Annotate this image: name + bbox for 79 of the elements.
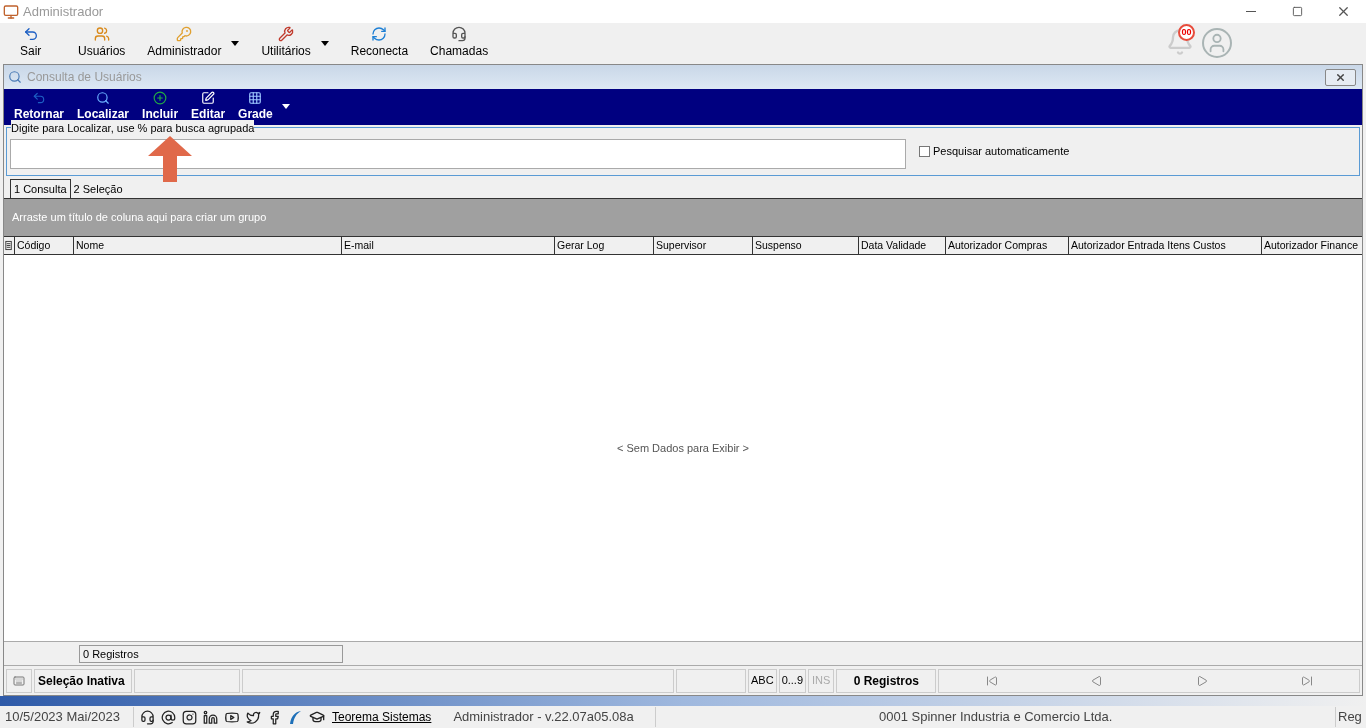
group-panel-hint: Arraste um título de coluna aqui para criar um grupo <box>12 210 267 226</box>
next-record-icon[interactable] <box>1195 674 1208 687</box>
toolbar-button[interactable]: Incluir <box>138 91 183 123</box>
users-icon <box>93 26 110 42</box>
status-panel <box>676 668 746 693</box>
toolbar-button[interactable]: Administrador <box>141 26 246 60</box>
instagram-icon[interactable] <box>182 709 197 725</box>
refresh-icon <box>371 26 388 42</box>
plus-circle-icon <box>153 91 168 105</box>
digits-indicator: 0...9 <box>778 668 807 693</box>
previous-record-icon[interactable] <box>1090 674 1103 687</box>
user-version-label: Administrador - v.22.07a05.08a <box>452 708 635 727</box>
toolbar-button[interactable]: Sair <box>14 26 62 60</box>
grid-icon <box>248 91 263 105</box>
minimize-icon <box>1246 11 1256 12</box>
toolbar-button[interactable]: Chamadas <box>424 26 495 60</box>
checkbox[interactable] <box>919 146 930 157</box>
records-count: 0 Registros <box>79 644 343 663</box>
toolbar-button[interactable]: Utilitários <box>255 26 335 60</box>
column-header[interactable]: Autorizador Compras <box>946 237 1069 254</box>
last-record-icon[interactable] <box>1300 674 1313 687</box>
undo-arrow-icon <box>22 26 39 42</box>
app-icon <box>3 3 19 20</box>
toolbar-button[interactable]: Grade <box>234 91 277 123</box>
window-icon <box>8 70 22 84</box>
notification-badge: 00 <box>1178 24 1195 41</box>
first-record-icon[interactable] <box>985 674 998 687</box>
email-icon[interactable] <box>161 709 176 725</box>
company-label: 0001 Spinner Industria e Comercio Ltda. <box>655 707 1336 727</box>
keyboard-icon <box>6 668 32 693</box>
key-icon <box>176 26 193 42</box>
column-header[interactable]: Autorizador Finance <box>1262 237 1362 254</box>
swoosh-icon[interactable] <box>288 709 302 725</box>
window-title: Administrador <box>23 2 104 21</box>
column-header[interactable]: Supervisor <box>654 237 753 254</box>
checkbox-label[interactable]: Pesquisar automaticamente <box>933 143 1070 160</box>
twitter-icon[interactable] <box>246 709 261 725</box>
toolbar-button[interactable]: Localizar <box>73 91 134 123</box>
linkedin-icon[interactable] <box>203 709 218 725</box>
selection-status: Seleção Inativa <box>34 668 132 693</box>
search-icon <box>96 91 111 105</box>
column-header[interactable]: E-mail <box>342 237 555 254</box>
toolbar-button[interactable]: Usuários <box>72 26 132 60</box>
date-label: 10/5/2023 Mai/2023 <box>0 707 134 727</box>
headset-icon[interactable] <box>140 709 155 725</box>
toolbar-button[interactable]: Editar <box>187 91 230 123</box>
headset-icon <box>451 26 468 42</box>
search-field[interactable] <box>10 139 906 169</box>
dropdown-caret-icon[interactable] <box>320 40 329 46</box>
search-label: Digite para Localizar, use % para busca agrupada <box>11 120 255 137</box>
column-header[interactable]: Data Validade <box>859 237 946 254</box>
tab[interactable]: 1 Consulta <box>10 179 71 198</box>
close-button[interactable] <box>1325 68 1356 86</box>
undo-arrow-icon <box>32 91 46 105</box>
toolbar-button[interactable]: Retornar <box>10 91 68 123</box>
dropdown-caret-icon[interactable] <box>231 40 240 46</box>
column-header[interactable]: Autorizador Entrada Itens Custos <box>1069 237 1262 254</box>
child-window-title: Consulta de Usuários <box>27 69 142 86</box>
bell-icon[interactable] <box>1166 28 1194 56</box>
company-link[interactable]: Teorema Sistemas <box>332 708 432 726</box>
records-status: 0 Registros <box>836 668 937 693</box>
column-header[interactable]: Código <box>15 237 74 254</box>
wrench-icon <box>278 26 295 42</box>
column-header[interactable]: Gerar Log <box>555 237 654 254</box>
insert-indicator: INS <box>808 668 835 693</box>
annotation-arrow <box>148 136 192 182</box>
status-text: Reg <box>1337 708 1363 727</box>
close-icon <box>1335 71 1346 83</box>
empty-grid-message: < Sem Dados para Exibir > <box>616 440 750 456</box>
edit-icon <box>201 91 216 105</box>
restore-icon <box>1291 6 1303 17</box>
tab[interactable]: 2 Seleção <box>70 181 126 198</box>
column-header[interactable]: Nome <box>74 237 342 254</box>
abc-indicator: ABC <box>748 668 777 693</box>
column-header[interactable]: Suspenso <box>753 237 859 254</box>
graduation-cap-icon[interactable] <box>308 709 326 725</box>
column-chooser-icon[interactable] <box>4 237 15 254</box>
toolbar-button[interactable]: Reconecta <box>344 26 415 60</box>
youtube-icon[interactable] <box>224 709 240 725</box>
